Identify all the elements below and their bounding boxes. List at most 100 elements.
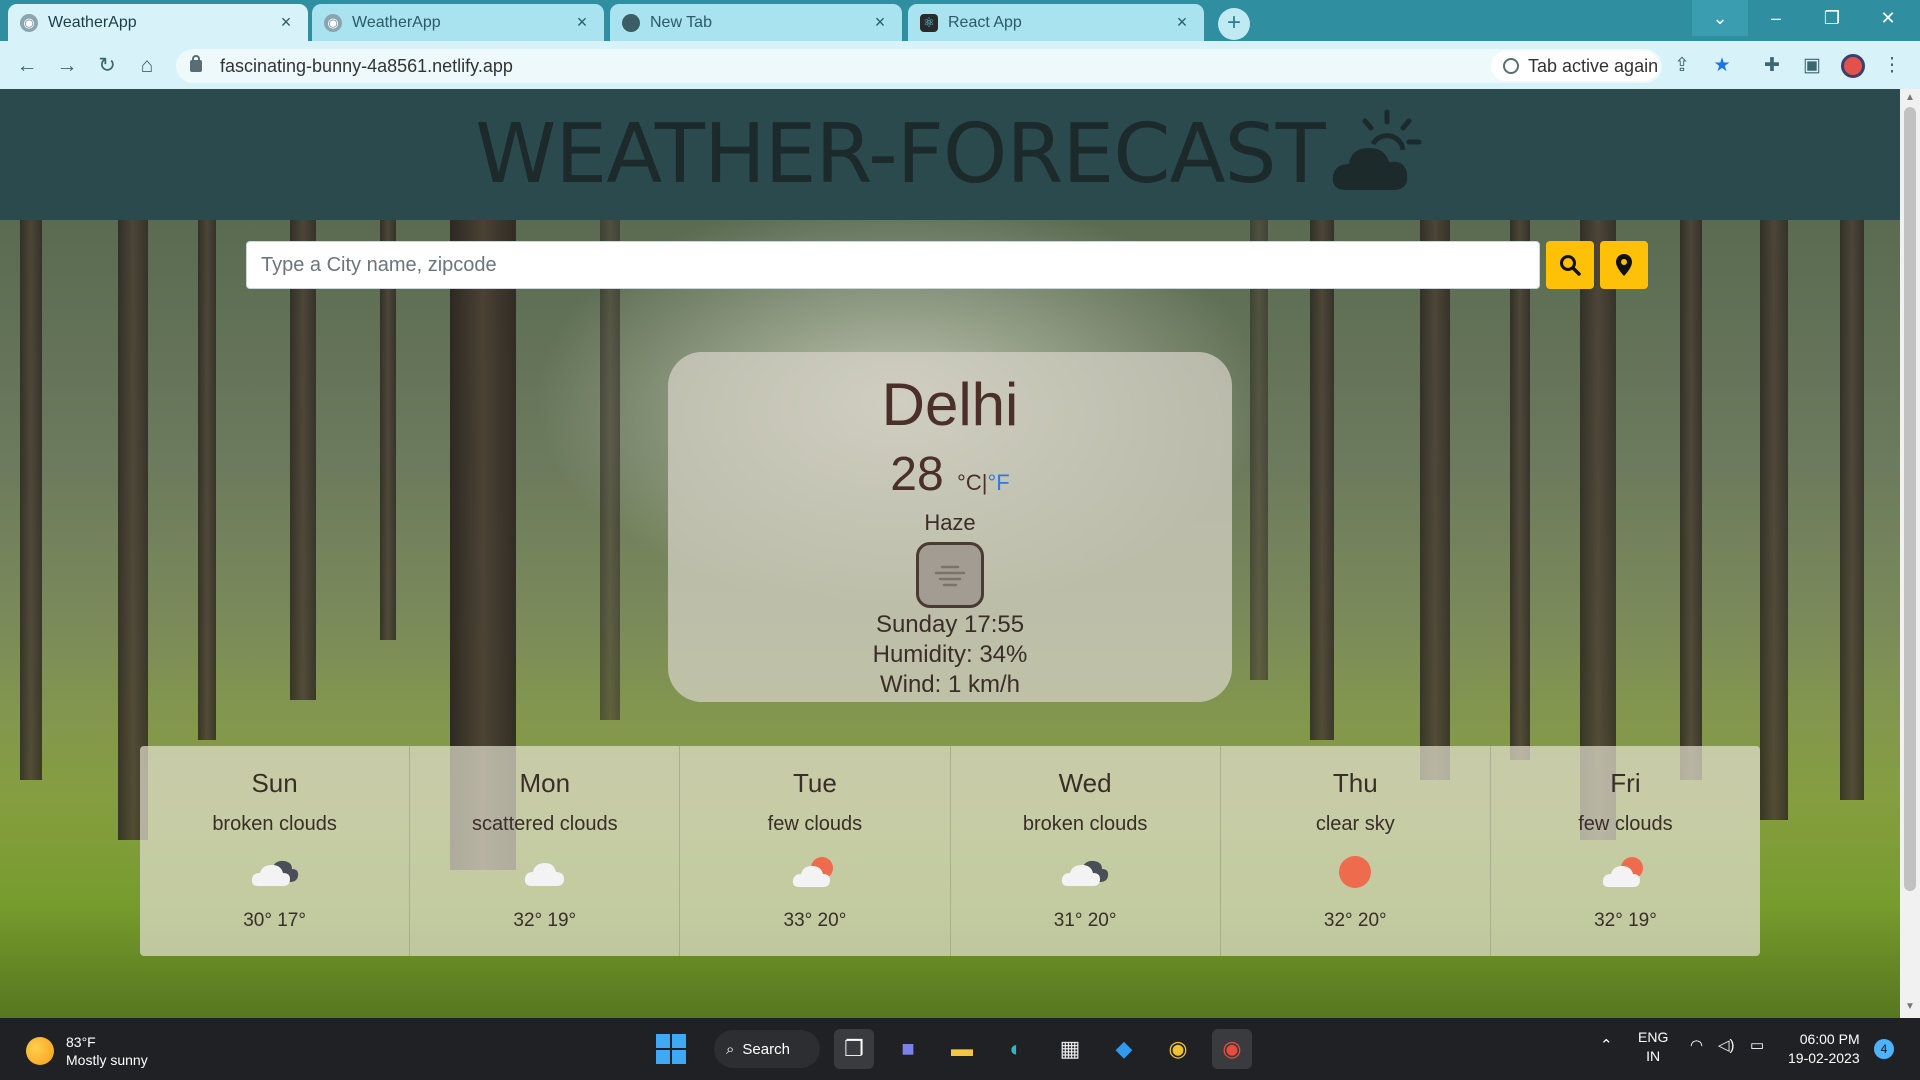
widget-temperature: 83°F bbox=[66, 1034, 96, 1050]
system-clock[interactable]: 06:00 PM 19-02-2023 bbox=[1788, 1030, 1860, 1068]
vscode-icon[interactable]: ◆ bbox=[1104, 1029, 1144, 1069]
current-weather-card: Delhi 28 °C|°F Haze Sunday 17:55 Humidit… bbox=[668, 352, 1232, 702]
forecast-day: Fri few clouds 32° 19° bbox=[1491, 746, 1760, 956]
restore-button[interactable]: ❐ bbox=[1804, 0, 1860, 36]
forecast-temps: 32° 19° bbox=[1594, 910, 1657, 931]
close-tab-icon[interactable]: × bbox=[1172, 12, 1192, 33]
sunny-weather-icon bbox=[26, 1037, 54, 1065]
weather-widget[interactable]: 83°F Mostly sunny bbox=[26, 1033, 148, 1069]
forecast-temps: 32° 19° bbox=[513, 910, 577, 931]
temperature-value: 28 bbox=[890, 448, 944, 501]
taskbar-search-label: Search bbox=[742, 1040, 790, 1058]
unit-toggle: °C|°F bbox=[957, 470, 1010, 495]
widget-condition: Mostly sunny bbox=[66, 1052, 148, 1068]
show-hidden-icons-chevron-icon[interactable]: ⌃ bbox=[1600, 1036, 1613, 1054]
tab-new-tab[interactable]: New Tab × bbox=[610, 4, 902, 41]
back-arrow-icon[interactable]: ← bbox=[14, 53, 40, 79]
chrome-profile-active-icon[interactable]: ◉ bbox=[1212, 1029, 1252, 1069]
globe-icon: ◉ bbox=[324, 13, 342, 32]
forecast-condition: clear sky bbox=[1315, 813, 1395, 835]
globe-icon: ◉ bbox=[20, 13, 38, 32]
forecast-day-name: Sun bbox=[251, 768, 298, 798]
react-icon: ⚛ bbox=[920, 13, 938, 32]
sun-behind-cloud-icon bbox=[1332, 109, 1422, 190]
forward-arrow-icon[interactable]: → bbox=[54, 53, 80, 79]
teams-chat-icon[interactable]: ■ bbox=[888, 1029, 928, 1069]
humidity: Humidity: 34% bbox=[872, 641, 1028, 668]
speed-gauge-icon bbox=[1503, 58, 1519, 74]
forecast-temps: 31° 20° bbox=[1053, 910, 1117, 931]
forecast-condition: broken clouds bbox=[212, 813, 337, 835]
current-location-button[interactable] bbox=[1600, 241, 1648, 289]
forecast-day: Wed broken clouds 31° 20° bbox=[951, 746, 1221, 956]
lock-icon[interactable] bbox=[190, 55, 202, 72]
tab-title: React App bbox=[948, 13, 1022, 31]
tab-react-app[interactable]: ⚛ React App × bbox=[908, 4, 1204, 41]
new-tab-button[interactable]: + bbox=[1218, 8, 1250, 40]
edge-browser-icon[interactable]: ◐ bbox=[996, 1029, 1036, 1069]
tab-search-chevron-icon[interactable]: ⌄ bbox=[1692, 0, 1748, 36]
tab-weatherapp[interactable]: ◉ WeatherApp × bbox=[312, 4, 604, 41]
web-page: WEATHER-FORECAST Type a City name, zipco… bbox=[0, 89, 1900, 1018]
scrollbar-thumb[interactable] bbox=[1904, 107, 1916, 891]
task-view-icon[interactable]: ❐ bbox=[834, 1029, 874, 1069]
current-temperature: 28 °C|°F bbox=[668, 446, 1232, 504]
few-clouds-icon bbox=[1491, 848, 1760, 896]
forecast-condition: broken clouds bbox=[1022, 813, 1148, 835]
url-text[interactable]: fascinating-bunny-4a8561.netlify.app bbox=[220, 56, 513, 77]
more-menu-icon[interactable]: ⋮ bbox=[1880, 54, 1904, 78]
tab-title: WeatherApp bbox=[352, 13, 441, 31]
file-explorer-icon[interactable]: ▬ bbox=[942, 1029, 982, 1069]
address-bar[interactable]: fascinating-bunny-4a8561.netlify.app bbox=[176, 49, 1662, 83]
minimize-button[interactable]: – bbox=[1748, 0, 1804, 36]
browser-tab-strip: ◉ WeatherApp × ◉ WeatherApp × New Tab × … bbox=[0, 0, 1920, 41]
reload-icon[interactable]: ↻ bbox=[94, 53, 120, 79]
taskbar-apps: ⌕ Search ❐ ■ ▬ ◐ ▦ ◆ ◉ ◉ bbox=[656, 1029, 1252, 1069]
input-language[interactable]: ENG IN bbox=[1638, 1028, 1668, 1066]
chrome-icon bbox=[622, 13, 640, 32]
microsoft-store-icon[interactable]: ▦ bbox=[1050, 1029, 1090, 1069]
forecast-day: Thu clear sky 32° 20° bbox=[1221, 746, 1491, 956]
tab-title: WeatherApp bbox=[48, 13, 137, 31]
tab-weatherapp-active[interactable]: ◉ WeatherApp × bbox=[8, 4, 308, 41]
celsius-unit[interactable]: °C bbox=[957, 470, 982, 495]
close-tab-icon[interactable]: × bbox=[870, 12, 890, 33]
app-header: WEATHER-FORECAST bbox=[0, 89, 1900, 220]
side-panel-icon[interactable]: ▣ bbox=[1800, 54, 1824, 78]
close-tab-icon[interactable]: × bbox=[276, 12, 296, 33]
city-search-input[interactable] bbox=[246, 241, 1540, 289]
forecast-day: Tue few clouds 33° 20° bbox=[680, 746, 951, 956]
scroll-up-arrow-icon[interactable]: ▲ bbox=[1904, 92, 1916, 104]
windows-start-icon[interactable] bbox=[656, 1034, 686, 1064]
page-scrollbar[interactable]: ▲ ▼ bbox=[1900, 89, 1920, 1018]
profile-avatar[interactable] bbox=[1841, 54, 1865, 78]
clock-date: 19-02-2023 bbox=[1788, 1050, 1860, 1066]
search-button[interactable] bbox=[1546, 241, 1594, 289]
taskbar-search-button[interactable]: ⌕ Search bbox=[714, 1030, 820, 1068]
share-icon[interactable]: ⇪ bbox=[1670, 54, 1694, 78]
notification-count-badge[interactable]: 4 bbox=[1874, 1039, 1894, 1059]
tab-active-chip[interactable]: Tab active again bbox=[1491, 51, 1659, 81]
forecast-condition: scattered clouds bbox=[471, 813, 618, 835]
windows-taskbar: 83°F Mostly sunny ⌕ Search ❐ ■ ▬ ◐ ▦ ◆ ◉… bbox=[0, 1018, 1920, 1080]
close-window-button[interactable]: ✕ bbox=[1860, 0, 1916, 36]
wifi-icon[interactable]: ◠ bbox=[1690, 1036, 1703, 1054]
scroll-down-arrow-icon[interactable]: ▼ bbox=[1904, 1001, 1916, 1013]
haze-icon bbox=[916, 542, 984, 608]
volume-icon[interactable]: ◁) bbox=[1718, 1036, 1735, 1054]
forecast-day: Sun broken clouds 30° 17° bbox=[140, 746, 411, 956]
forecast-day-name: Wed bbox=[1058, 768, 1112, 798]
close-tab-icon[interactable]: × bbox=[572, 12, 592, 33]
forecast-day-name: Thu bbox=[1332, 768, 1378, 798]
clock-time: 06:00 PM bbox=[1799, 1031, 1860, 1047]
battery-icon[interactable]: ▭ bbox=[1750, 1036, 1764, 1054]
home-icon[interactable]: ⌂ bbox=[134, 53, 160, 79]
forecast-temps: 33° 20° bbox=[783, 910, 847, 931]
chrome-icon[interactable]: ◉ bbox=[1158, 1029, 1198, 1069]
forecast-day: Mon scattered clouds 32° 19° bbox=[410, 746, 681, 956]
fahrenheit-unit-link[interactable]: °F bbox=[987, 470, 1009, 495]
forecast-day-name: Tue bbox=[793, 768, 837, 798]
bookmark-star-icon[interactable]: ★ bbox=[1710, 54, 1734, 78]
extensions-puzzle-icon[interactable]: ✚ bbox=[1760, 54, 1784, 78]
clear-sky-icon bbox=[1221, 848, 1490, 896]
